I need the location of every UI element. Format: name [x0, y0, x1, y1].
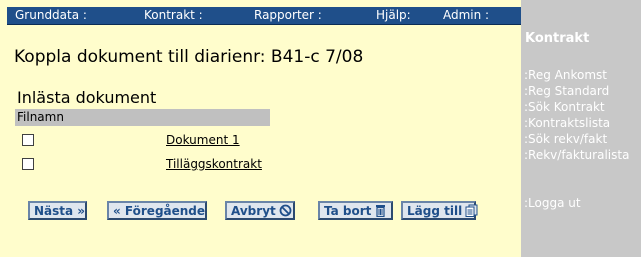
nav-kontrakt[interactable]: Kontrakt :	[144, 8, 203, 23]
sidebar-item-sok-kontrakt[interactable]: :Sök Kontrakt	[524, 99, 629, 115]
previous-button-label: « Föregående	[113, 203, 206, 218]
previous-button[interactable]: « Föregående	[107, 201, 207, 220]
sidebar: Kontrakt :Reg Ankomst :Reg Standard :Sök…	[521, 0, 641, 257]
trash-icon	[374, 204, 387, 217]
cancel-button[interactable]: Avbryt	[225, 201, 295, 220]
nav-hjalp[interactable]: Hjälp:	[376, 8, 411, 23]
cancel-button-label: Avbryt	[231, 203, 276, 218]
sidebar-title: Kontrakt	[525, 31, 590, 46]
delete-button[interactable]: Ta bort	[318, 201, 393, 220]
sidebar-item-reg-standard[interactable]: :Reg Standard	[524, 83, 629, 99]
page-title: Koppla dokument till diarienr: B41-c 7/0…	[14, 47, 364, 67]
nav-rapporter[interactable]: Rapporter :	[254, 8, 322, 23]
next-button[interactable]: Nästa »	[28, 201, 87, 220]
next-button-label: Nästa »	[34, 203, 86, 218]
documents-icon	[465, 204, 478, 217]
nav-admin[interactable]: Admin :	[443, 8, 489, 23]
document-checkbox[interactable]	[22, 158, 34, 170]
sidebar-item-kontraktslista[interactable]: :Kontraktslista	[524, 115, 629, 131]
document-link[interactable]: Tilläggskontrakt	[166, 157, 262, 171]
section-title: Inlästa dokument	[17, 88, 157, 107]
nav-grunddata[interactable]: Grunddata :	[15, 8, 87, 23]
sidebar-item-reg-ankomst[interactable]: :Reg Ankomst	[524, 67, 629, 83]
sidebar-item-rekv-fakturalista[interactable]: :Rekv/fakturalista	[524, 147, 629, 163]
sidebar-item-logga-ut[interactable]: :Logga ut	[524, 196, 581, 210]
delete-button-label: Ta bort	[324, 203, 372, 218]
top-nav-bar: Grunddata : Kontrakt : Rapporter : Hjälp…	[7, 7, 521, 25]
add-button[interactable]: Lägg till	[401, 201, 478, 220]
sidebar-item-sok-rekv-fakt[interactable]: :Sök rekv/fakt	[524, 131, 629, 147]
table-header-filnamn: Filnamn	[15, 109, 270, 126]
sidebar-menu: :Reg Ankomst :Reg Standard :Sök Kontrakt…	[524, 67, 629, 163]
add-button-label: Lägg till	[407, 203, 463, 218]
cancel-icon	[279, 204, 292, 217]
document-checkbox[interactable]	[22, 134, 34, 146]
document-link[interactable]: Dokument 1	[166, 133, 240, 147]
